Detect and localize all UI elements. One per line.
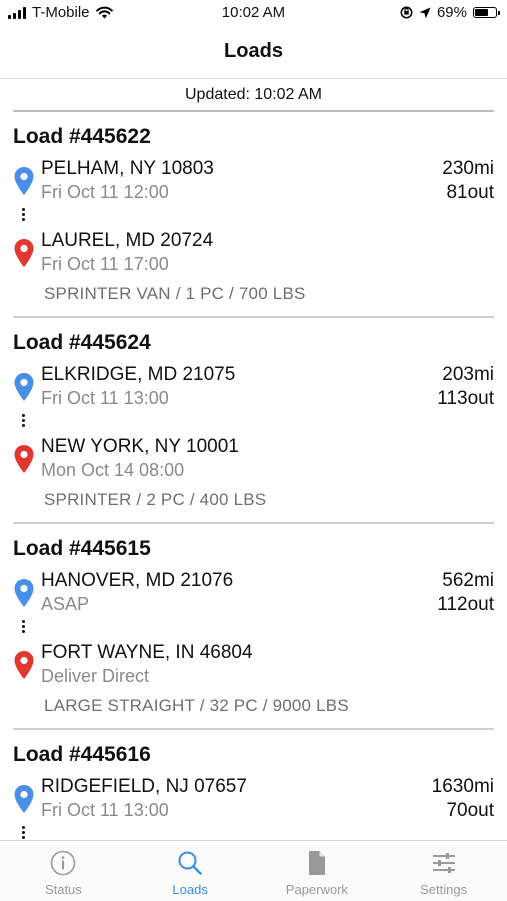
page-title: Loads (224, 40, 283, 62)
load-description: SPRINTER / 2 PC / 400 LBS (44, 490, 267, 509)
navigation-bar: Loads (0, 28, 507, 79)
tab-status[interactable]: Status (0, 841, 127, 901)
origin-stop: RIDGEFIELD, NJ 07657 Fri Oct 11 13:00 16… (13, 776, 494, 824)
load-title: Load #445616 (13, 743, 151, 766)
miles-out: 112out (437, 594, 494, 615)
load-card[interactable]: Load #445616 RIDGEFIELD, NJ 07657 Fri Oc… (13, 730, 494, 840)
tab-loads[interactable]: Loads (127, 841, 254, 901)
load-card[interactable]: Load #445615 HANOVER, MD 21076 ASAP 562m… (13, 524, 494, 730)
destination-stop: LAUREL, MD 20724 Fri Oct 11 17:00 (13, 230, 494, 278)
destination-stop: NEW YORK, NY 10001 Mon Oct 14 08:00 (13, 436, 494, 484)
last-updated-label: Updated: 10:02 AM (185, 86, 322, 103)
load-title: Load #445615 (13, 537, 151, 560)
load-description: SPRINTER VAN / 1 PC / 700 LBS (44, 284, 306, 303)
origin-stop: HANOVER, MD 21076 ASAP 562mi 112out (13, 570, 494, 618)
battery-icon (473, 7, 500, 18)
miles-out: 81out (446, 182, 494, 203)
origin-city: RIDGEFIELD, NJ 07657 (41, 776, 247, 797)
route-dots-icon (22, 620, 26, 634)
tab-label: Paperwork (285, 882, 348, 897)
destination-pin-icon (14, 445, 34, 473)
load-list[interactable]: Load #445622 PELHAM, NY 10803 Fri Oct 11… (13, 112, 494, 840)
origin-stop: PELHAM, NY 10803 Fri Oct 11 12:00 230mi … (13, 158, 494, 206)
load-miles: 203mi (442, 364, 494, 385)
load-description: LARGE STRAIGHT / 32 PC / 9000 LBS (44, 696, 349, 715)
delivery-time: Fri Oct 11 17:00 (41, 254, 169, 274)
location-arrow-icon (419, 7, 431, 18)
destination-stop: FORT WAYNE, IN 46804 Deliver Direct (13, 642, 494, 690)
pickup-time: Fri Oct 11 13:00 (41, 800, 169, 820)
load-card[interactable]: Load #445622 PELHAM, NY 10803 Fri Oct 11… (13, 112, 494, 318)
destination-city: LAUREL, MD 20724 (41, 230, 214, 251)
origin-city: ELKRIDGE, MD 21075 (41, 364, 236, 385)
load-title: Load #445624 (13, 331, 151, 354)
sliders-icon (432, 853, 455, 873)
tab-label: Loads (172, 882, 208, 897)
load-miles: 1630mi (431, 776, 494, 797)
battery-percent: 69% (436, 4, 467, 21)
origin-city: PELHAM, NY 10803 (41, 158, 214, 179)
destination-city: FORT WAYNE, IN 46804 (41, 642, 253, 663)
destination-pin-icon (14, 651, 34, 679)
load-miles: 230mi (442, 158, 494, 179)
pickup-time: ASAP (41, 594, 90, 614)
route-dots-icon (22, 414, 26, 428)
tab-bar: Status Loads Paperwork Settings (0, 840, 507, 901)
pickup-time: Fri Oct 11 12:00 (41, 182, 169, 202)
origin-pin-icon (14, 167, 34, 195)
origin-pin-icon (14, 785, 34, 813)
load-title: Load #445622 (13, 125, 151, 148)
tab-paperwork[interactable]: Paperwork (254, 841, 381, 901)
load-miles: 562mi (442, 570, 494, 591)
origin-pin-icon (14, 373, 34, 401)
status-bar: T-Mobile 10:02 AM 69% (0, 0, 507, 28)
route-dots-icon (22, 208, 26, 222)
destination-pin-icon (14, 239, 34, 267)
orientation-lock-icon (400, 6, 413, 19)
destination-city: NEW YORK, NY 10001 (41, 436, 239, 457)
delivery-time: Deliver Direct (41, 666, 150, 686)
route-dots-icon (22, 826, 26, 840)
origin-stop: ELKRIDGE, MD 21075 Fri Oct 11 13:00 203m… (13, 364, 494, 412)
origin-city: HANOVER, MD 21076 (41, 570, 234, 591)
delivery-time: Mon Oct 14 08:00 (41, 460, 185, 480)
tab-label: Status (44, 882, 82, 897)
miles-out: 70out (446, 800, 494, 821)
tab-settings[interactable]: Settings (380, 841, 507, 901)
miles-out: 113out (437, 388, 494, 409)
load-card[interactable]: Load #445624 ELKRIDGE, MD 21075 Fri Oct … (13, 318, 494, 524)
pickup-time: Fri Oct 11 13:00 (41, 388, 169, 408)
search-icon (178, 851, 202, 875)
origin-pin-icon (14, 579, 34, 607)
document-icon (308, 851, 325, 875)
info-icon (51, 850, 76, 876)
tab-label: Settings (420, 882, 468, 897)
